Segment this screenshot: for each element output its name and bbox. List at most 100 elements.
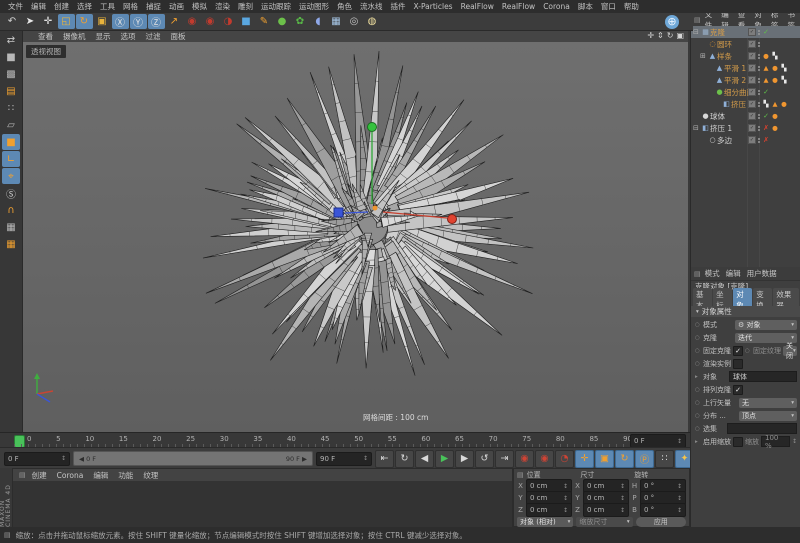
viewport-view-label[interactable]: 透视视图 (26, 45, 66, 58)
y-axis-lock-icon[interactable]: Ⓨ (130, 14, 147, 29)
layer-toggle[interactable]: ✓ (748, 112, 756, 120)
menu-item[interactable]: 雕刻 (234, 1, 257, 12)
layer-toggle[interactable]: ✓ (748, 76, 756, 84)
dot-tag-icon[interactable]: ● (762, 52, 770, 60)
visibility-dots[interactable] (758, 90, 760, 95)
attribute-menu-item[interactable]: 用户数据 (744, 268, 780, 279)
workplane-mode-icon[interactable]: ▤ (2, 83, 20, 99)
checker-tag-icon[interactable]: ▚ (780, 64, 788, 72)
rotate-view-icon[interactable]: ↻ (667, 31, 674, 40)
mode-dropdown[interactable]: ⚙ 对象▾ (735, 320, 797, 330)
dot-tag-icon[interactable]: ● (771, 124, 779, 132)
object-item[interactable]: ●球体✓✓● (691, 110, 800, 122)
rotate-tool-icon[interactable]: ↻ (76, 14, 93, 29)
timeline-range-slider[interactable]: ◀ 0 F 90 F ▶ (73, 451, 313, 466)
texture-mode-icon[interactable]: ▩ (2, 66, 20, 82)
checker-tag-icon[interactable]: ▚ (771, 52, 779, 60)
object-item[interactable]: ▲平滑 1✓▲●▚ (691, 62, 800, 74)
points-mode-icon[interactable]: ∷ (2, 100, 20, 116)
live-selection-icon[interactable]: ➤ (22, 14, 39, 29)
object-item[interactable]: ⊞▲样条✓●▚ (691, 50, 800, 62)
last-used-tool-icon[interactable]: ▣ (94, 14, 111, 29)
range-start-field[interactable]: 0 F↕ (4, 452, 70, 466)
snap-magnet-icon[interactable]: ∩ (2, 202, 20, 218)
current-frame-field[interactable]: 0 F↕ (630, 434, 686, 448)
layer-toggle[interactable]: ✓ (748, 88, 756, 96)
layer-toggle[interactable]: ✓ (748, 52, 756, 60)
menu-item[interactable]: 运动图形 (295, 1, 333, 12)
mograph-icon[interactable]: ✿ (292, 14, 309, 29)
key-rotation-toggle[interactable]: ↻ (615, 450, 634, 468)
play-loop-button[interactable]: ↻ (395, 450, 414, 468)
primitive-cube-icon[interactable]: ■ (238, 14, 255, 29)
enable-state-icon[interactable]: ✓ (762, 112, 770, 120)
prev-frame-button[interactable]: ◀ (415, 450, 434, 468)
menu-item[interactable]: 文件 (4, 1, 27, 12)
selection-field[interactable] (727, 423, 797, 434)
record-options-button[interactable]: ◔ (555, 450, 574, 468)
key-parameter-toggle[interactable]: Ⓟ (635, 450, 654, 468)
object-item[interactable]: ○多边✓✗ (691, 134, 800, 146)
render-settings-icon[interactable]: ◑ (220, 14, 237, 29)
goto-start-button[interactable]: ⇤ (375, 450, 394, 468)
distribution-dropdown[interactable]: 顶点▾ (739, 411, 797, 421)
light-icon[interactable]: ◍ (364, 14, 381, 29)
menu-item[interactable]: Corona (539, 2, 574, 11)
viewport-menu-item[interactable]: 显示 (91, 31, 116, 42)
panel-menu-icon[interactable]: ▤ (19, 471, 26, 479)
lock-workplane-icon[interactable]: ▦ (2, 219, 20, 235)
object-item[interactable]: ⊟◧挤压 1✓✗● (691, 122, 800, 134)
viewport-solo-icon[interactable]: ⌖ (2, 168, 20, 184)
dot-tag-icon[interactable]: ● (780, 100, 788, 108)
visibility-dots[interactable] (758, 126, 760, 131)
scale-field[interactable]: 100 % (761, 436, 790, 447)
viewport-menu-item[interactable]: 过滤 (141, 31, 166, 42)
globe-icon[interactable]: ⊕ (665, 15, 679, 29)
menu-item[interactable]: 编辑 (27, 1, 50, 12)
phong-tag-icon[interactable]: ▲ (762, 64, 770, 72)
edges-mode-icon[interactable]: ▱ (2, 117, 20, 133)
object-item[interactable]: ⊟▦克隆✓✓ (691, 26, 800, 38)
enable-state-icon[interactable]: ✓ (762, 28, 770, 36)
menu-item[interactable]: 运动跟踪 (257, 1, 295, 12)
key-pla-toggle[interactable]: ∷ (655, 450, 674, 468)
object-manager-tree[interactable]: ⊟▦克隆✓✓◌圆环✓⊞▲样条✓●▚▲平滑 1✓▲●▚▲平滑 2✓▲●▚●细分曲面… (691, 26, 800, 268)
menu-item[interactable]: 插件 (387, 1, 410, 12)
menu-item[interactable]: 窗口 (597, 1, 620, 12)
rotation-b-field[interactable]: 0 °↕ (640, 503, 686, 517)
render-view-icon[interactable]: ◉ (184, 14, 201, 29)
material-menu-item[interactable]: 纹理 (138, 470, 163, 481)
key-position-toggle[interactable]: ✛ (575, 450, 594, 468)
key-scale-toggle[interactable]: ▣ (595, 450, 614, 468)
coordinate-system-icon[interactable]: ↗ (166, 14, 183, 29)
menu-item[interactable]: 捕捉 (142, 1, 165, 12)
material-manager[interactable]: ▤ 创建Corona编辑功能纹理 (12, 468, 513, 529)
layer-toggle[interactable]: ✓ (748, 100, 756, 108)
menu-item[interactable]: 渲染 (211, 1, 234, 12)
layer-toggle[interactable]: ✓ (748, 136, 756, 144)
checker-tag-icon[interactable]: ▚ (762, 100, 770, 108)
enable-state-icon[interactable]: ✗ (762, 124, 770, 132)
menu-item[interactable]: 网格 (119, 1, 142, 12)
dot-tag-icon[interactable]: ● (771, 64, 779, 72)
render-picture-viewer-icon[interactable]: ◉ (202, 14, 219, 29)
menu-item[interactable]: 工具 (96, 1, 119, 12)
panel-menu-icon[interactable]: ▤ (517, 471, 524, 479)
x-axis-lock-icon[interactable]: Ⓧ (112, 14, 129, 29)
play-forward-button[interactable]: ▶ (435, 450, 454, 468)
dot-tag-icon[interactable]: ● (771, 112, 779, 120)
convert-editable-icon[interactable]: ⇄ (2, 32, 20, 48)
generator-icon[interactable]: ● (274, 14, 291, 29)
autokey-button[interactable]: ◉ (535, 450, 554, 468)
polygons-mode-icon[interactable]: ■ (2, 134, 20, 150)
size-mode-dropdown[interactable]: 缩放尺寸▾ (576, 517, 632, 527)
zoom-view-icon[interactable]: ⇕ (657, 31, 664, 40)
material-menu-item[interactable]: 编辑 (88, 470, 113, 481)
panel-menu-icon[interactable]: ▤ (694, 270, 701, 278)
object-item[interactable]: ◌圆环✓ (691, 38, 800, 50)
layer-toggle[interactable]: ✓ (748, 28, 756, 36)
menu-item[interactable]: 创建 (50, 1, 73, 12)
menu-item[interactable]: 模拟 (188, 1, 211, 12)
visibility-dots[interactable] (758, 42, 760, 47)
viewport-menu-item[interactable]: 查看 (33, 31, 58, 42)
